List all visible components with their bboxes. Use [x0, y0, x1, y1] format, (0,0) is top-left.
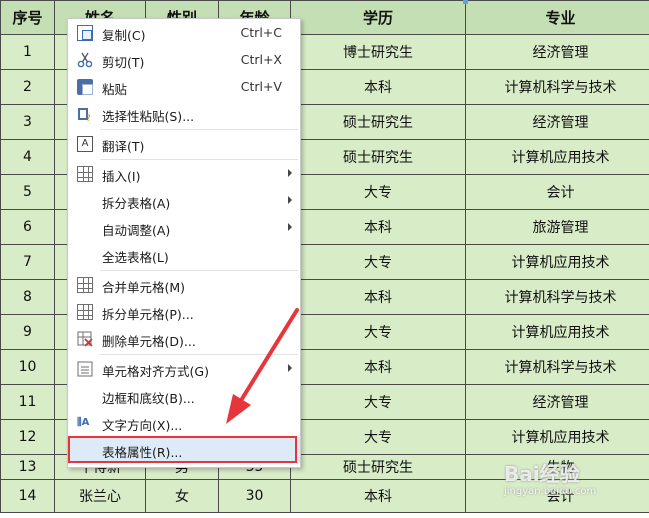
watermark-url: jingyan.baidu.com: [504, 486, 597, 497]
watermark-logo: Bai经验: [504, 462, 580, 486]
annotation-arrow: [226, 308, 299, 424]
